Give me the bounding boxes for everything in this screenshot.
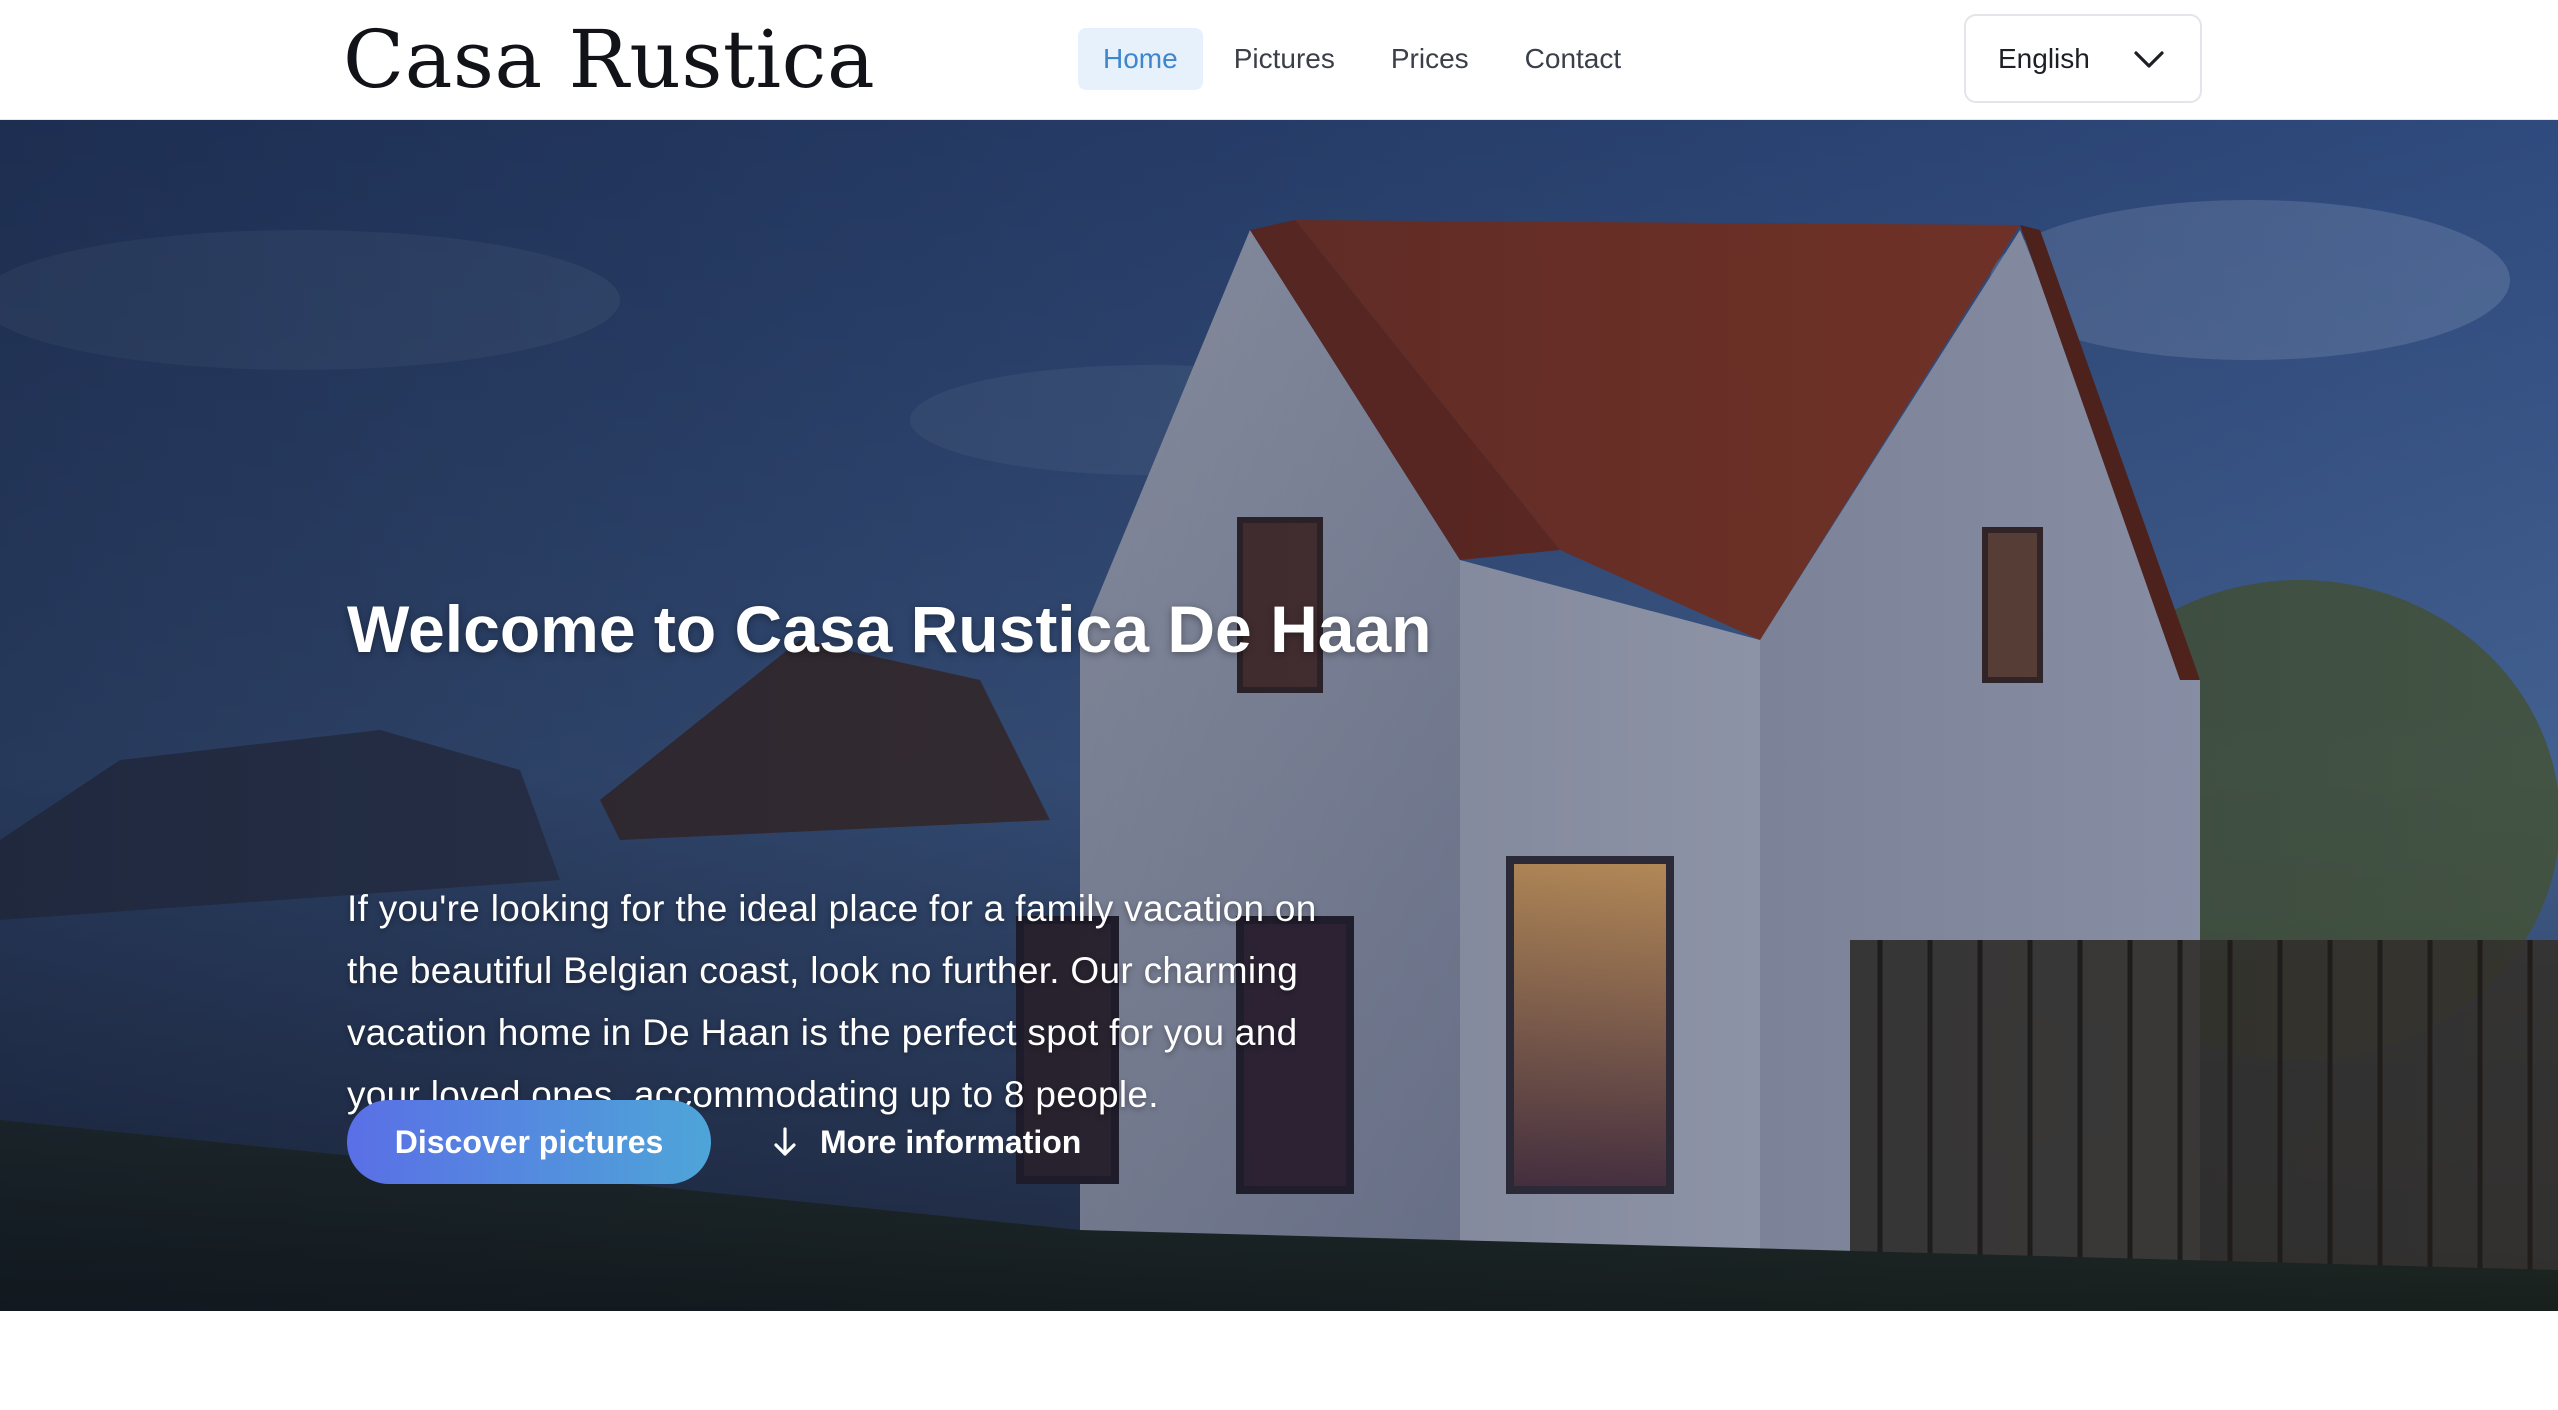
nav-item-contact[interactable]: Contact bbox=[1500, 28, 1647, 90]
brand-logo[interactable]: Casa Rustica bbox=[343, 10, 875, 110]
arrow-down-icon bbox=[774, 1127, 796, 1156]
nav-item-pictures[interactable]: Pictures bbox=[1209, 28, 1360, 90]
hero-description: If you're looking for the ideal place fo… bbox=[347, 888, 1317, 1115]
chevron-down-icon bbox=[2134, 51, 2164, 68]
top-navigation-bar: Casa Rustica Home Pictures Prices Contac… bbox=[0, 0, 2558, 120]
language-selected-label: English bbox=[1998, 42, 2090, 74]
main-nav: Home Pictures Prices Contact bbox=[1078, 28, 1646, 90]
nav-item-home[interactable]: Home bbox=[1078, 28, 1203, 90]
nav-item-prices[interactable]: Prices bbox=[1366, 28, 1494, 90]
more-information-label: More information bbox=[820, 1123, 1082, 1160]
more-information-link[interactable]: More information bbox=[770, 1100, 1081, 1184]
discover-pictures-button[interactable]: Discover pictures bbox=[347, 1100, 711, 1184]
language-selector[interactable]: English bbox=[1964, 14, 2202, 103]
page-content-start bbox=[0, 1311, 2558, 1410]
hero-title: Welcome to Casa Rustica De Haan bbox=[347, 592, 1432, 666]
